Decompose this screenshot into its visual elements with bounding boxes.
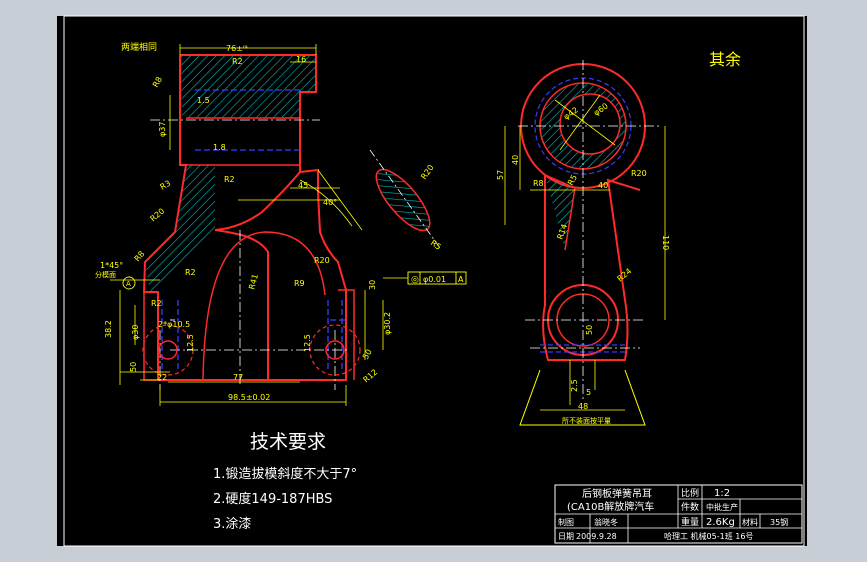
dim-40-mid: 40 <box>598 181 608 190</box>
date-value: 2009.9.28 <box>576 532 617 541</box>
dim-38-2: 38.2 <box>104 320 113 338</box>
note-unmachined: 所不装面按平量 <box>562 416 611 425</box>
requirement-3: 3.涂漆 <box>213 516 251 532</box>
weight-label: 重量 <box>681 516 699 528</box>
dim-48: 48 <box>578 402 588 411</box>
dim-30: 30 <box>368 280 377 290</box>
dim-12-5-right: 12.5 <box>303 334 312 352</box>
scale-label: 比例 <box>681 487 699 499</box>
weight-value: 2.6Kg <box>706 517 735 528</box>
dim-r9: R9 <box>294 279 305 288</box>
dim-phi30-2: φ30.2 <box>383 312 392 335</box>
dim-16: 16 <box>296 55 306 64</box>
dim-r2-small: R2 <box>151 299 162 308</box>
dim-r2-low: R2 <box>185 268 196 277</box>
dim-r2-mid: R2 <box>224 175 235 184</box>
dim-r20-side: R20 <box>631 169 647 178</box>
tol-value: φ0.01 <box>423 275 446 284</box>
drawing-canvas: ◎ φ0.01 A A 两端相同 76±ⁱ⁹ 16 R2 1.5 1.8 R2 … <box>0 0 867 562</box>
engineering-drawing: ◎ φ0.01 A A 两端相同 76±ⁱ⁹ 16 R2 1.5 1.8 R2 … <box>57 15 807 547</box>
requirement-2: 2.硬度149-187HBS <box>213 491 332 507</box>
note-remainder: 其余 <box>709 50 741 69</box>
dim-50-side: 50 <box>585 325 594 335</box>
dim-chamfer: 1*45° <box>100 261 123 270</box>
dim-50-left: 50 <box>129 362 138 372</box>
dim-12-5-left: 12.5 <box>186 334 195 352</box>
note-two-ends-same: 两端相同 <box>121 41 157 53</box>
dim-40-left: 40 <box>511 155 520 165</box>
dim-r8-side: R8 <box>533 179 544 188</box>
drawn-label: 制图 <box>558 517 574 527</box>
material-label: 材料 <box>742 517 758 527</box>
dim-98-5: 98.5±0.02 <box>228 393 270 402</box>
dim-5: 5 <box>586 388 591 397</box>
dim-2-5: 2.5 <box>570 379 579 392</box>
dim-110: 110 <box>661 235 670 250</box>
quantity-value: 中批生产 <box>706 502 738 512</box>
dim-r20-mid: R20 <box>314 256 330 265</box>
requirements-heading: 技术要求 <box>250 431 326 453</box>
dim-1-5: 1.5 <box>197 96 210 105</box>
dim-2x-phi10-5: 2*φ10.5 <box>158 320 190 329</box>
date-label: 日期 <box>558 532 574 541</box>
note-parting-line: 分模面 <box>95 270 116 279</box>
dim-40-deg: 40° <box>323 198 337 207</box>
dim-r2-top: R2 <box>232 57 243 66</box>
dim-phi37: φ37 <box>158 122 167 137</box>
requirement-1: 1.锻造拔模斜度不大于7° <box>213 466 357 482</box>
dim-57: 57 <box>496 170 505 180</box>
drawn-value: 翁晓冬 <box>594 517 618 527</box>
datum-a-label: A <box>126 280 131 288</box>
hatch-top-section <box>180 55 318 118</box>
school-info: 哈理工 机械05-1班 16号 <box>664 531 753 541</box>
dim-phi30: φ30 <box>131 325 140 340</box>
material-value: 35钢 <box>770 517 788 527</box>
dim-76: 76±ⁱ⁹ <box>226 44 248 53</box>
dim-22: 22 <box>157 373 167 382</box>
dim-1-8: 1.8 <box>213 143 226 152</box>
scale-value: 1:2 <box>714 488 730 499</box>
dim-77: 77 <box>233 373 243 382</box>
tol-symbol: ◎ <box>411 275 419 285</box>
dim-45: 45 <box>298 181 308 190</box>
side-eye-hole <box>559 93 621 155</box>
quantity-label: 件数 <box>681 501 699 513</box>
part-name-line2: (CA10B解放牌汽车 <box>567 500 654 513</box>
tol-datum: A <box>458 275 464 284</box>
part-name-line1: 后钢板弹簧吊耳 <box>582 487 652 500</box>
